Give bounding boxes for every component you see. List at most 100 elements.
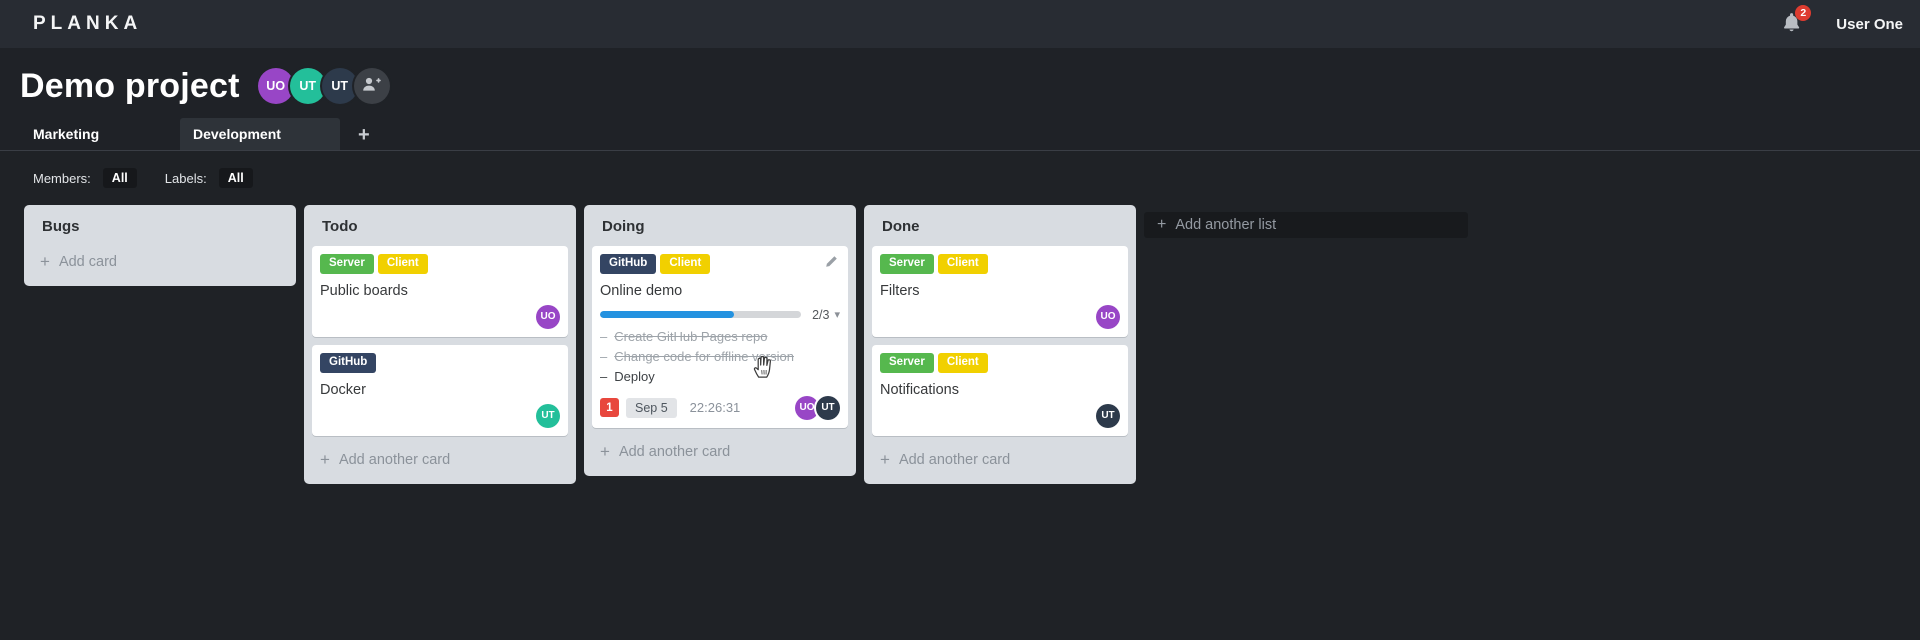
card-footer: UO [320, 304, 560, 329]
card-label[interactable]: Server [880, 352, 934, 373]
task-dash: – [600, 368, 608, 384]
list-done: Done Server Client Filters UO Server Cli… [864, 205, 1136, 484]
add-board-button[interactable]: + [352, 120, 376, 150]
add-list-button[interactable]: + Add another list [1144, 212, 1468, 238]
avatar[interactable]: UO [257, 68, 294, 104]
list-title[interactable]: Doing [602, 218, 848, 235]
progress-label: 2/3 [812, 307, 830, 322]
lists-row: Bugs + Add card Todo Server Client Publi… [0, 188, 1920, 484]
bell-icon [1781, 12, 1802, 37]
list-title[interactable]: Done [882, 218, 1128, 235]
add-card-button[interactable]: + Add another card [592, 436, 848, 468]
add-card-button[interactable]: + Add another card [872, 444, 1128, 476]
task-list: – Create GitHub Pages repo – Change code… [600, 327, 840, 387]
card-label[interactable]: GitHub [600, 254, 657, 274]
user-menu[interactable]: User One [1836, 16, 1903, 33]
board-tabs: Marketing Development + [20, 118, 1920, 150]
avatar[interactable]: UT [1096, 403, 1120, 428]
pencil-icon[interactable] [824, 255, 838, 274]
card-notifications[interactable]: Server Client Notifications UT [872, 344, 1128, 436]
add-card-label: Add another card [898, 451, 1011, 468]
card-filters[interactable]: Server Client Filters UO [872, 246, 1128, 337]
avatar[interactable]: UO [1096, 304, 1120, 329]
card-label[interactable]: Server [880, 254, 934, 274]
card-label[interactable]: Client [377, 254, 428, 274]
add-card-label: Add another card [338, 451, 451, 468]
card-footer: UT [880, 403, 1120, 428]
list-title[interactable]: Todo [322, 218, 568, 235]
task-item[interactable]: – Deploy [600, 367, 840, 387]
app-logo[interactable]: PLANKA [33, 13, 142, 35]
card-labels: GitHub [320, 352, 560, 373]
card-title: Filters [880, 282, 920, 299]
tab-development[interactable]: Development [180, 118, 340, 150]
list-doing: Doing GitHub Client Online demo 2/3 ▾ – … [584, 205, 856, 476]
plus-icon: + [40, 252, 50, 271]
tasks-progress: 2/3 ▾ [600, 308, 840, 322]
progress-fill [600, 311, 735, 319]
add-card-label: Add another card [618, 443, 731, 460]
avatar[interactable]: UO [536, 304, 560, 329]
plus-icon: + [880, 449, 890, 469]
task-item[interactable]: – Change code for offline version [600, 347, 840, 367]
notifications-button[interactable]: 2 [1781, 4, 1812, 38]
board: Members: All Labels: All Bugs + Add card… [0, 150, 1920, 640]
card-footer: UO [880, 304, 1120, 329]
labels-filter-value[interactable]: All [218, 168, 253, 188]
project-members: UO UT UT [257, 68, 390, 104]
tab-marketing[interactable]: Marketing [20, 118, 180, 150]
top-bar-right: 2 User One [1781, 4, 1903, 38]
add-member-button[interactable] [353, 68, 390, 104]
members-filter-label: Members: [33, 170, 91, 186]
due-date-badge[interactable]: Sep 5 [626, 397, 677, 418]
list-todo: Todo Server Client Public boards UO GitH… [304, 205, 576, 484]
project-header: Demo project UO UT UT Marketing Developm… [0, 48, 1920, 150]
avatar[interactable]: UT [816, 395, 840, 420]
card-title: Notifications [880, 381, 959, 398]
avatar[interactable]: UT [321, 68, 358, 104]
card-label[interactable]: Server [320, 254, 374, 274]
plus-icon: + [320, 449, 330, 469]
list-title[interactable]: Bugs [42, 218, 288, 235]
avatar[interactable]: UT [536, 403, 560, 428]
notification-badge: 2 [1795, 4, 1812, 21]
add-card-label: Add card [58, 254, 117, 270]
labels-filter-label: Labels: [164, 170, 207, 186]
members-filter-value[interactable]: All [102, 168, 137, 188]
card-labels: Server Client [880, 352, 1120, 373]
plus-icon: + [1157, 216, 1167, 233]
task-dash: – [600, 348, 608, 364]
task-dash: – [600, 328, 608, 344]
card-title: Docker [320, 381, 366, 398]
stopwatch-badge[interactable]: 22:26:31 [690, 400, 741, 415]
card-label[interactable]: Client [660, 254, 711, 274]
card-title: Public boards [320, 282, 408, 299]
plus-icon: + [600, 441, 610, 461]
card-label[interactable]: Client [937, 254, 988, 274]
card-title: Online demo [600, 282, 683, 299]
card-footer: UT [320, 403, 560, 428]
add-card-button[interactable]: + Add another card [312, 444, 568, 476]
task-item[interactable]: – Create GitHub Pages repo [600, 327, 840, 347]
person-plus-icon [362, 76, 381, 97]
card-public-boards[interactable]: Server Client Public boards UO [312, 246, 568, 337]
add-list-label: Add another list [1175, 217, 1277, 233]
card-label[interactable]: GitHub [320, 352, 377, 373]
card-notification-badge: 1 [600, 398, 619, 418]
card-labels: Server Client [320, 254, 560, 274]
progress-bar [600, 311, 802, 319]
card-label[interactable]: Client [937, 352, 988, 373]
project-title[interactable]: Demo project [20, 67, 240, 106]
filter-bar: Members: All Labels: All [0, 151, 1920, 188]
top-bar: PLANKA 2 User One [0, 0, 1920, 48]
card-online-demo[interactable]: GitHub Client Online demo 2/3 ▾ – Create… [592, 246, 848, 428]
list-bugs: Bugs + Add card [24, 205, 296, 286]
avatar[interactable]: UT [289, 68, 326, 104]
card-docker[interactable]: GitHub Docker UT [312, 344, 568, 436]
card-labels: Server Client [880, 254, 1120, 274]
card-labels: GitHub Client [600, 254, 840, 274]
project-title-row: Demo project UO UT UT [20, 58, 1920, 114]
add-card-button[interactable]: + Add card [32, 246, 288, 278]
chevron-down-icon[interactable]: ▾ [834, 308, 840, 321]
card-footer: 1 Sep 5 22:26:31 UO UT [600, 395, 840, 420]
